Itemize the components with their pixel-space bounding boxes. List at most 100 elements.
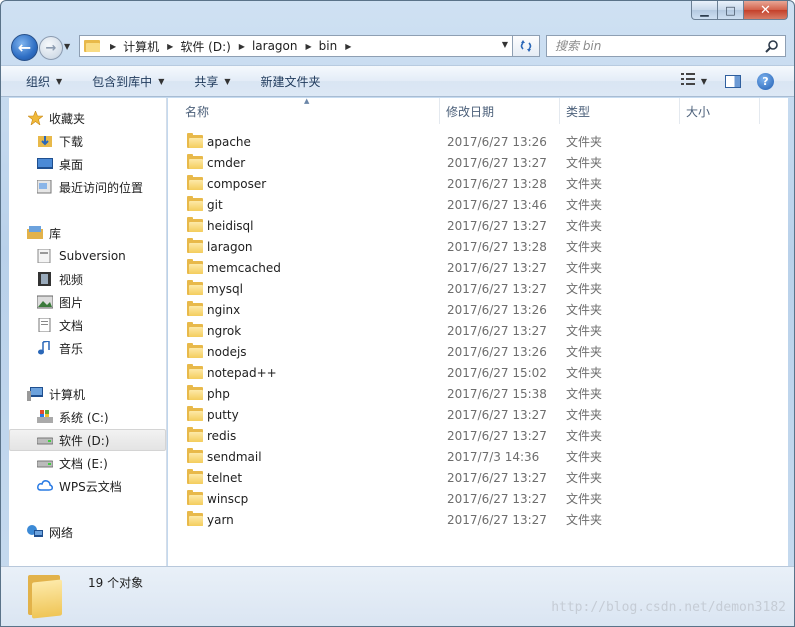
file-row-cmder[interactable]: cmder 2017/6/27 13:27 文件夹 [168, 152, 788, 173]
nav-label: 视频 [59, 272, 84, 287]
breadcrumb-drive-d[interactable]: 软件 (D:) ▶ [180, 38, 252, 55]
file-name: nginx [207, 302, 241, 317]
desktop-icon [37, 157, 53, 171]
file-type: 文件夹 [566, 240, 603, 254]
file-name: redis [207, 428, 237, 443]
close-button[interactable]: ✕ [744, 1, 788, 20]
file-date: 2017/6/27 15:02 [447, 365, 547, 380]
cloud-icon [37, 479, 53, 493]
new-folder-button[interactable]: 新建文件夹 [244, 73, 334, 90]
nav-computer[interactable]: 计算机 [27, 383, 184, 405]
view-options-icon[interactable] [680, 73, 697, 89]
folder-icon [187, 406, 203, 421]
back-arrow-icon: ← [17, 38, 32, 57]
breadcrumb-computer[interactable]: 计算机 ▶ [123, 38, 180, 55]
file-row-notepad-[interactable]: notepad++ 2017/6/27 15:02 文件夹 [168, 362, 788, 383]
folder-icon [187, 364, 203, 379]
nav-favorites[interactable]: 收藏夹 [27, 107, 184, 129]
file-row-ngrok[interactable]: ngrok 2017/6/27 13:27 文件夹 [168, 320, 788, 341]
nav-label: 文档 [59, 318, 84, 333]
organize-button[interactable]: 组织 ▼ [1, 73, 75, 90]
file-row-heidisql[interactable]: heidisql 2017/6/27 13:27 文件夹 [168, 215, 788, 236]
system-drive-icon [37, 410, 53, 424]
file-row-mysql[interactable]: mysql 2017/6/27 13:27 文件夹 [168, 278, 788, 299]
file-name: notepad++ [207, 365, 277, 380]
file-row-putty[interactable]: putty 2017/6/27 13:27 文件夹 [168, 404, 788, 425]
preview-pane-icon[interactable] [725, 74, 741, 88]
file-row-apache[interactable]: apache 2017/6/27 13:26 文件夹 [168, 131, 788, 152]
file-date: 2017/6/27 13:26 [447, 302, 547, 317]
details-pane: 19 个对象 http://blog.csdn.net/demon3182 [1, 566, 794, 626]
file-type: 文件夹 [566, 492, 603, 506]
recent-pages-dropdown[interactable]: ▼ [64, 42, 70, 51]
breadcrumb-bin[interactable]: bin ▶ [319, 39, 359, 53]
file-row-memcached[interactable]: memcached 2017/6/27 13:27 文件夹 [168, 257, 788, 278]
file-name: php [207, 386, 230, 401]
file-type: 文件夹 [566, 429, 603, 443]
file-row-sendmail[interactable]: sendmail 2017/7/3 14:36 文件夹 [168, 446, 788, 467]
file-date: 2017/6/27 13:26 [447, 134, 547, 149]
file-type: 文件夹 [566, 156, 603, 170]
file-type: 文件夹 [566, 135, 603, 149]
nav-label: 下载 [59, 134, 84, 149]
refresh-button[interactable] [513, 35, 540, 57]
folder-icon [187, 343, 203, 358]
file-name: laragon [207, 239, 253, 254]
search-box[interactable] [546, 35, 786, 57]
view-dropdown-icon[interactable]: ▼ [701, 77, 707, 86]
column-header-size[interactable]: 大小 [680, 98, 760, 124]
file-date: 2017/6/27 13:27 [447, 491, 547, 506]
search-input[interactable] [553, 38, 763, 54]
file-name: putty [207, 407, 239, 422]
folder-icon [187, 322, 203, 337]
file-type: 文件夹 [566, 408, 603, 422]
file-row-php[interactable]: php 2017/6/27 15:38 文件夹 [168, 383, 788, 404]
file-row-nodejs[interactable]: nodejs 2017/6/27 13:26 文件夹 [168, 341, 788, 362]
search-icon[interactable] [765, 39, 779, 57]
file-date: 2017/6/27 13:27 [447, 512, 547, 527]
file-type: 文件夹 [566, 450, 603, 464]
back-button[interactable]: ← [11, 34, 38, 61]
breadcrumb-laragon[interactable]: laragon ▶ [252, 39, 319, 53]
file-row-yarn[interactable]: yarn 2017/6/27 13:27 文件夹 [168, 509, 788, 530]
column-header-date[interactable]: 修改日期 [440, 98, 560, 124]
file-row-winscp[interactable]: winscp 2017/6/27 13:27 文件夹 [168, 488, 788, 509]
nav-label: 系统 (C:) [59, 410, 109, 425]
file-date: 2017/6/27 13:27 [447, 470, 547, 485]
file-name: winscp [207, 491, 249, 506]
folder-icon [187, 301, 203, 316]
file-row-git[interactable]: git 2017/6/27 13:46 文件夹 [168, 194, 788, 215]
file-name: sendmail [207, 449, 262, 464]
minimize-button[interactable]: ▁ [691, 1, 718, 20]
file-row-nginx[interactable]: nginx 2017/6/27 13:26 文件夹 [168, 299, 788, 320]
file-row-laragon[interactable]: laragon 2017/6/27 13:28 文件夹 [168, 236, 788, 257]
file-type: 文件夹 [566, 261, 603, 275]
watermark: http://blog.csdn.net/demon3182 [551, 600, 786, 615]
address-dropdown-icon[interactable]: ▼ [502, 40, 508, 49]
file-row-telnet[interactable]: telnet 2017/6/27 13:27 文件夹 [168, 467, 788, 488]
forward-button[interactable]: → [39, 36, 63, 60]
file-list-pane: ▲ 名称 修改日期 类型 大小 apache 2017/6/27 13:26 文件夹… [168, 97, 788, 566]
include-in-library-button[interactable]: 包含到库中 ▼ [75, 73, 177, 90]
folder-icon [187, 280, 203, 295]
caption-buttons: ▁ □ ✕ [691, 1, 788, 20]
address-bar[interactable]: ▶ 计算机 ▶ 软件 (D:) ▶ laragon ▶ bin ▶ ▼ [79, 35, 513, 57]
maximize-button[interactable]: □ [718, 1, 744, 20]
sort-ascending-icon: ▲ [304, 97, 310, 105]
file-type: 文件夹 [566, 324, 603, 338]
help-icon[interactable]: ? [757, 72, 774, 90]
drive-icon [37, 456, 53, 470]
download-folder-icon [37, 134, 53, 148]
folder-icon [187, 427, 203, 442]
file-type: 文件夹 [566, 219, 603, 233]
file-name: git [207, 197, 223, 212]
nav-network[interactable]: 网络 [27, 521, 184, 543]
nav-libraries[interactable]: 库 [27, 222, 184, 244]
share-button[interactable]: 共享 ▼ [177, 73, 243, 90]
column-header-type[interactable]: 类型 [560, 98, 680, 124]
nav-drive-d[interactable]: 软件 (D:) [9, 429, 166, 451]
file-row-composer[interactable]: composer 2017/6/27 13:28 文件夹 [168, 173, 788, 194]
file-row-redis[interactable]: redis 2017/6/27 13:27 文件夹 [168, 425, 788, 446]
column-header-name[interactable]: ▲ 名称 [168, 97, 440, 124]
breadcrumb-separator[interactable]: ▶ [102, 42, 123, 51]
